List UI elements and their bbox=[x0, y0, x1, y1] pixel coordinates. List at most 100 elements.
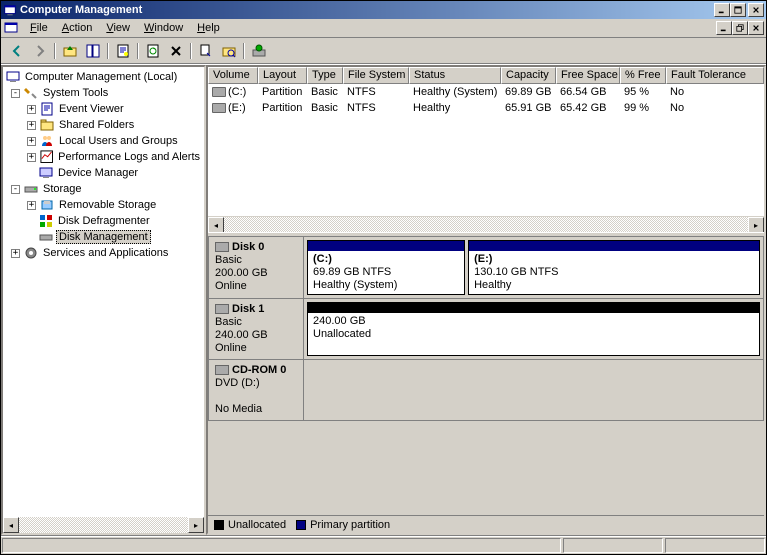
up-button[interactable] bbox=[58, 40, 81, 62]
volume-cell-pct: 95 % bbox=[620, 86, 666, 98]
menu-file[interactable]: File bbox=[23, 20, 55, 36]
volume-list-header: Volume Layout Type File System Status Ca… bbox=[208, 67, 764, 84]
disk-mgmt-icon bbox=[38, 229, 54, 245]
storage-icon bbox=[23, 181, 39, 197]
volume-cell-pct: 99 % bbox=[620, 102, 666, 114]
volume-cell-status: Healthy (System) bbox=[409, 86, 501, 98]
content-area: Computer Management (Local) - System Tool… bbox=[1, 64, 766, 536]
tree-device-manager[interactable]: Device Manager bbox=[56, 167, 140, 179]
window-title: Computer Management bbox=[20, 4, 714, 16]
tree-removable[interactable]: Removable Storage bbox=[57, 199, 158, 211]
search-button[interactable] bbox=[217, 40, 240, 62]
volume-list[interactable]: Volume Layout Type File System Status Ca… bbox=[208, 67, 764, 232]
tree-toggle[interactable]: + bbox=[27, 137, 36, 146]
tree-event-viewer[interactable]: Event Viewer bbox=[57, 103, 126, 115]
col-status[interactable]: Status bbox=[409, 67, 501, 84]
volume-cell-type: Basic bbox=[307, 102, 343, 114]
tree-perf-logs[interactable]: Performance Logs and Alerts bbox=[56, 151, 202, 163]
col-layout[interactable]: Layout bbox=[258, 67, 307, 84]
volume-cell-free: 66.54 GB bbox=[556, 86, 620, 98]
disk-row[interactable]: Disk 1Basic240.00 GBOnline240.00 GBUnall… bbox=[208, 298, 764, 359]
tree-services[interactable]: Services and Applications bbox=[41, 247, 170, 259]
tree-shared-folders[interactable]: Shared Folders bbox=[57, 119, 136, 131]
col-capacity[interactable]: Capacity bbox=[501, 67, 556, 84]
legend-unallocated-label: Unallocated bbox=[228, 519, 286, 531]
col-pct[interactable]: % Free bbox=[620, 67, 666, 84]
scroll-right-button[interactable]: ▸ bbox=[748, 217, 764, 232]
tree-disk-management[interactable]: Disk Management bbox=[56, 230, 151, 244]
titlebar[interactable]: Computer Management bbox=[1, 1, 766, 19]
services-icon bbox=[23, 245, 39, 261]
show-hide-tree-button[interactable] bbox=[81, 40, 104, 62]
minimize-button[interactable] bbox=[714, 3, 730, 17]
volume-cell-name: (C:) bbox=[208, 86, 258, 98]
partition[interactable]: (C:)69.89 GB NTFSHealthy (System) bbox=[307, 240, 465, 295]
tree-toggle[interactable]: + bbox=[27, 153, 36, 162]
tree-root[interactable]: Computer Management (Local) bbox=[23, 71, 179, 83]
col-type[interactable]: Type bbox=[307, 67, 343, 84]
scroll-right-button[interactable]: ▸ bbox=[188, 517, 204, 533]
tree-system-tools[interactable]: System Tools bbox=[41, 87, 110, 99]
menu-action[interactable]: Action bbox=[55, 20, 100, 36]
col-free[interactable]: Free Space bbox=[556, 67, 620, 84]
volume-cell-layout: Partition bbox=[258, 102, 307, 114]
forward-button[interactable] bbox=[28, 40, 51, 62]
menu-help[interactable]: Help bbox=[190, 20, 227, 36]
volume-row[interactable]: (E:)PartitionBasicNTFSHealthy65.91 GB65.… bbox=[208, 100, 764, 116]
partition[interactable]: (E:)130.10 GB NTFSHealthy bbox=[468, 240, 760, 295]
properties-button[interactable] bbox=[111, 40, 134, 62]
partition-body: (C:)69.89 GB NTFSHealthy (System) bbox=[308, 251, 464, 294]
tree-defrag[interactable]: Disk Defragmenter bbox=[56, 215, 152, 227]
disk-info: Disk 0Basic200.00 GBOnline bbox=[209, 237, 304, 298]
volume-cell-fault: No bbox=[666, 86, 756, 98]
scroll-left-button[interactable]: ◂ bbox=[208, 217, 224, 232]
tree-storage[interactable]: Storage bbox=[41, 183, 84, 195]
removable-icon bbox=[39, 197, 55, 213]
scroll-track[interactable] bbox=[19, 517, 188, 533]
mdi-minimize-button[interactable] bbox=[716, 21, 732, 35]
volume-cell-status: Healthy bbox=[409, 102, 501, 114]
scroll-track[interactable] bbox=[224, 217, 748, 232]
navigation-tree[interactable]: Computer Management (Local) - System Tool… bbox=[3, 67, 204, 517]
device-icon bbox=[38, 165, 54, 181]
tree-toggle[interactable]: - bbox=[11, 185, 20, 194]
delete-button[interactable] bbox=[164, 40, 187, 62]
volume-cell-capacity: 69.89 GB bbox=[501, 86, 556, 98]
window-buttons bbox=[714, 3, 764, 17]
col-fs[interactable]: File System bbox=[343, 67, 409, 84]
disk-row[interactable]: CD-ROM 0DVD (D:)No Media bbox=[208, 359, 764, 421]
settings-button[interactable] bbox=[247, 40, 270, 62]
volume-cell-layout: Partition bbox=[258, 86, 307, 98]
partition-body: (E:)130.10 GB NTFSHealthy bbox=[469, 251, 759, 294]
export-button[interactable] bbox=[194, 40, 217, 62]
tree-toggle[interactable]: + bbox=[27, 121, 36, 130]
legend: Unallocated Primary partition bbox=[208, 515, 764, 533]
tree-local-users[interactable]: Local Users and Groups bbox=[57, 135, 180, 147]
disk-row[interactable]: Disk 0Basic200.00 GBOnline(C:)69.89 GB N… bbox=[208, 236, 764, 298]
disk-graphical-view[interactable]: Disk 0Basic200.00 GBOnline(C:)69.89 GB N… bbox=[208, 236, 764, 513]
menu-window[interactable]: Window bbox=[137, 20, 190, 36]
volume-icon bbox=[212, 103, 226, 113]
tree-toggle[interactable]: + bbox=[11, 249, 20, 258]
menu-app-icon bbox=[3, 20, 19, 36]
tree-toggle[interactable]: - bbox=[11, 89, 20, 98]
statusbar bbox=[1, 536, 766, 554]
mdi-restore-button[interactable] bbox=[732, 21, 748, 35]
scroll-left-button[interactable]: ◂ bbox=[3, 517, 19, 533]
volume-cell-fs: NTFS bbox=[343, 86, 409, 98]
partition[interactable]: 240.00 GBUnallocated bbox=[307, 302, 760, 356]
tree-toggle[interactable]: + bbox=[27, 201, 36, 210]
disk-info: Disk 1Basic240.00 GBOnline bbox=[209, 299, 304, 359]
tree-toggle[interactable]: + bbox=[27, 105, 36, 114]
refresh-button[interactable] bbox=[141, 40, 164, 62]
back-button[interactable] bbox=[5, 40, 28, 62]
volume-row[interactable]: (C:)PartitionBasicNTFSHealthy (System)69… bbox=[208, 84, 764, 100]
col-volume[interactable]: Volume bbox=[208, 67, 258, 84]
col-fault[interactable]: Fault Tolerance bbox=[666, 67, 764, 84]
mdi-close-button[interactable] bbox=[748, 21, 764, 35]
volume-scrollbar[interactable]: ◂ ▸ bbox=[208, 216, 764, 232]
close-button[interactable] bbox=[748, 3, 764, 17]
menu-view[interactable]: View bbox=[99, 20, 137, 36]
tree-scrollbar[interactable]: ◂ ▸ bbox=[3, 517, 204, 533]
maximize-button[interactable] bbox=[730, 3, 746, 17]
